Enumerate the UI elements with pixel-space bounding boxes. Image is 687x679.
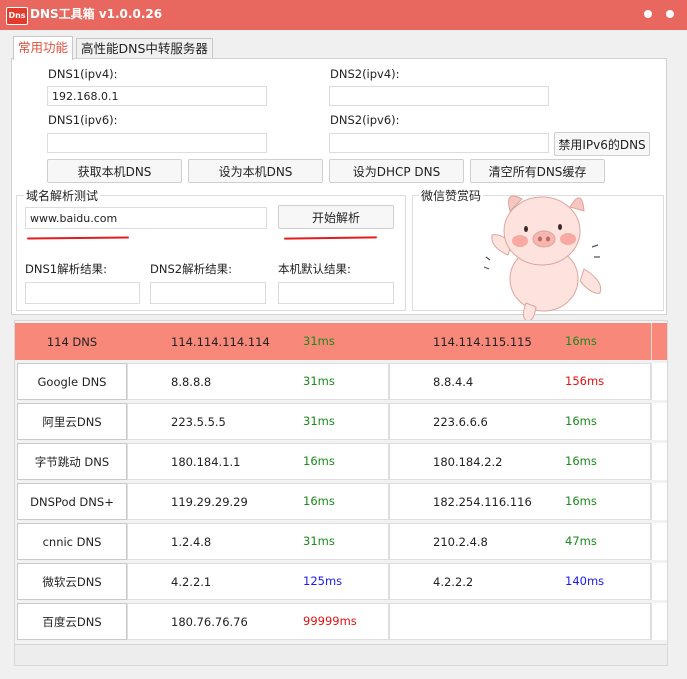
dns-name-cell: 114 DNS [17, 323, 127, 360]
title-bar[interactable]: Dns DNS工具箱 v1.0.0.26 [0, 0, 687, 30]
table-row[interactable]: 字节跳动 DNS 180.184.1.1 180.184.2.2 16ms 16ms [15, 443, 667, 480]
primary-latency-cell: 31ms [303, 334, 335, 348]
row-end-cell [651, 523, 667, 560]
domain-input[interactable] [25, 207, 267, 229]
row-end-cell [651, 563, 667, 600]
secondary-latency-cell: 16ms [565, 494, 597, 508]
dns-table: 114 DNS 114.114.114.114 114.114.115.115 31m… [14, 320, 668, 666]
dns-name-cell: 百度云DNS [17, 603, 127, 640]
local-result-field[interactable] [278, 282, 394, 304]
start-resolve-button[interactable]: 开始解析 [278, 205, 394, 229]
primary-latency-cell: 16ms [303, 454, 335, 468]
get-local-dns-button[interactable]: 获取本机DNS [47, 159, 182, 183]
secondary-latency-cell: 140ms [565, 574, 605, 588]
dns2-ipv4-input[interactable] [329, 86, 549, 106]
secondary-latency-cell: 156ms [565, 374, 605, 388]
minimize-dot-icon[interactable] [644, 10, 652, 18]
dns1-ipv4-input[interactable] [47, 86, 267, 106]
dns1-ipv6-input[interactable] [47, 133, 267, 153]
row-end-cell [651, 483, 667, 520]
tab-common-functions[interactable]: 常用功能 [13, 36, 74, 60]
donate-title: 微信赞赏码 [419, 187, 484, 204]
table-row[interactable]: cnnic DNS 1.2.4.8 210.2.4.8 31ms 47ms [15, 523, 667, 560]
app-logo-icon: Dns [6, 7, 28, 25]
main-panel: DNS1(ipv4): DNS2(ipv4): DNS1(ipv6): DNS2… [11, 58, 667, 322]
primary-latency-cell: 31ms [303, 414, 335, 428]
secondary-latency-cell: 16ms [565, 454, 597, 468]
dns-name-cell: 微软云DNS [17, 563, 127, 600]
table-footer-bar [15, 644, 667, 665]
secondary-latency-cell [565, 603, 645, 640]
dns2-ipv4-label: DNS2(ipv4): [330, 67, 400, 81]
pig-mascot-icon [483, 195, 602, 322]
row-end-cell [651, 363, 667, 400]
secondary-latency-cell: 47ms [565, 534, 597, 548]
row-end-cell [651, 443, 667, 480]
dns-name-cell: Google DNS [17, 363, 127, 400]
table-row[interactable]: 114 DNS 114.114.114.114 114.114.115.115 31m… [15, 323, 667, 360]
tab-relay-server[interactable]: 高性能DNS中转服务器 [76, 38, 213, 59]
dns1-result-label: DNS1解析结果: [25, 262, 107, 276]
dns-name-cell: cnnic DNS [17, 523, 127, 560]
primary-latency-cell: 16ms [303, 494, 335, 508]
close-dot-icon[interactable] [666, 10, 674, 18]
primary-latency-cell: 31ms [303, 534, 335, 548]
dns2-result-label: DNS2解析结果: [150, 262, 232, 276]
dns1-result-field[interactable] [25, 282, 140, 304]
dns2-result-field[interactable] [150, 282, 266, 304]
primary-latency-cell: 125ms [303, 574, 343, 588]
dns1-ipv4-label: DNS1(ipv4): [48, 67, 118, 81]
dns-name-cell: DNSPod DNS+ [17, 483, 127, 520]
table-row[interactable]: 微软云DNS 4.2.2.1 4.2.2.2 125ms 140ms [15, 563, 667, 600]
dns1-ipv6-label: DNS1(ipv6): [48, 113, 118, 127]
local-result-label: 本机默认结果: [278, 262, 351, 276]
dns-name-cell: 阿里云DNS [17, 403, 127, 440]
table-row[interactable]: 百度云DNS 180.76.76.76 99999ms [15, 603, 667, 640]
row-end-cell [651, 323, 667, 360]
row-end-cell [651, 603, 667, 640]
disable-ipv6-button[interactable]: 禁用IPv6的DNS [554, 132, 650, 156]
dns2-ipv6-label: DNS2(ipv6): [330, 113, 400, 127]
table-row[interactable]: Google DNS 8.8.8.8 8.8.4.4 31ms 156ms [15, 363, 667, 400]
primary-latency-cell: 31ms [303, 374, 335, 388]
primary-latency-cell: 99999ms [303, 614, 357, 628]
secondary-latency-cell: 16ms [565, 414, 597, 428]
window-title: DNS工具箱 v1.0.0.26 [30, 7, 163, 21]
row-end-cell [651, 403, 667, 440]
dns-name-cell: 字节跳动 DNS [17, 443, 127, 480]
table-row[interactable]: 阿里云DNS 223.5.5.5 223.6.6.6 31ms 16ms [15, 403, 667, 440]
set-local-dns-button[interactable]: 设为本机DNS [188, 159, 323, 183]
set-dhcp-dns-button[interactable]: 设为DHCP DNS [329, 159, 464, 183]
secondary-latency-cell: 16ms [565, 334, 597, 348]
dns2-ipv6-input[interactable] [329, 133, 549, 153]
table-row[interactable]: DNSPod DNS+ 119.29.29.29 182.254.116.116 16… [15, 483, 667, 520]
resolve-test-title: 域名解析测试 [24, 187, 101, 204]
